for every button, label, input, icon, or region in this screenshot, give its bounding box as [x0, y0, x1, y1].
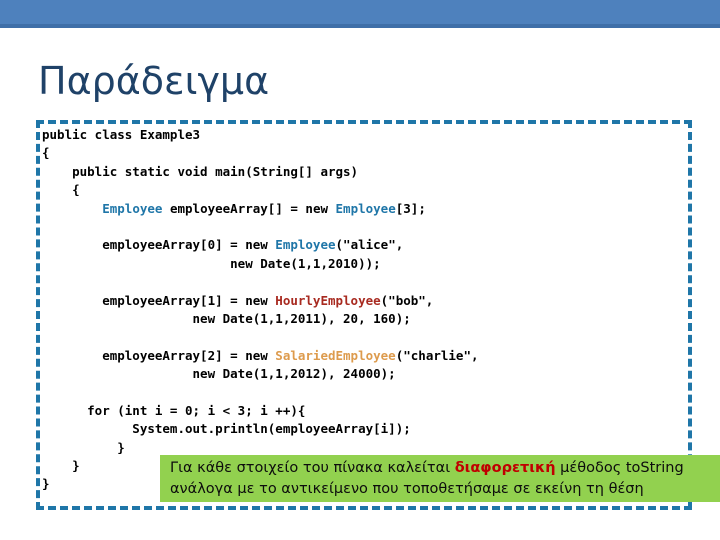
- code-token: {: [42, 145, 50, 161]
- code-line: new Date(1,1,2011), 20, 160);: [42, 310, 702, 328]
- code-token: employeeArray[0] = new: [42, 237, 276, 253]
- code-token-type: HourlyEmployee: [275, 292, 381, 308]
- code-token: ("charlie",: [395, 347, 479, 363]
- code-line: for (int i = 0; i < 3; i ++){: [42, 402, 702, 420]
- callout-line-2: ανάλογα με το αντικείμενο που τοποθετήσα…: [170, 481, 644, 497]
- code-token: for (int i = 0; i < 3; i ++){: [42, 402, 306, 418]
- code-token-type: Employee: [335, 200, 396, 216]
- code-line: new Date(1,1,2012), 24000);: [42, 365, 702, 383]
- code-token: ("alice",: [335, 237, 404, 253]
- code-token: }: [42, 476, 50, 492]
- code-token-type: SalariedEmployee: [275, 347, 396, 363]
- code-token: [3];: [395, 200, 426, 216]
- code-line: Employee employeeArray[] = new Employee[…: [42, 200, 702, 218]
- callout-note: Για κάθε στοιχείο του πίνακα καλείται δι…: [160, 455, 720, 502]
- code-token: public class Example3: [42, 127, 201, 142]
- code-token-type: Employee: [275, 237, 336, 253]
- code-token: new Date(1,1,2010));: [42, 255, 381, 271]
- top-accent-bar-shadow: [0, 24, 720, 28]
- code-token: employeeArray[1] = new: [42, 292, 276, 308]
- code-token-type: Employee: [102, 200, 163, 216]
- code-token: {: [42, 182, 80, 198]
- callout-line-1-emphasis: διαφορετική: [454, 460, 556, 476]
- code-token: employeeArray[] = new: [162, 200, 336, 216]
- code-token: System.out.println(employeeArray[i]);: [42, 421, 411, 437]
- code-listing: public class Example3 { public static voi…: [42, 126, 702, 494]
- code-token: new Date(1,1,2011), 20, 160);: [42, 310, 411, 326]
- code-token: public static void main(String[] args): [42, 163, 359, 179]
- code-token: }: [42, 458, 80, 474]
- code-line: employeeArray[2] = new SalariedEmployee(…: [42, 347, 702, 365]
- code-token: ("bob",: [380, 292, 434, 308]
- code-token: }: [42, 439, 125, 455]
- code-line: public class Example3: [42, 126, 702, 144]
- code-token: new Date(1,1,2012), 24000);: [42, 366, 396, 382]
- callout-line-1-before: Για κάθε στοιχείο του πίνακα καλείται: [170, 460, 455, 476]
- top-accent-bar: [0, 0, 720, 24]
- code-line: employeeArray[0] = new Employee("alice",: [42, 236, 702, 254]
- code-token: employeeArray[2] = new: [42, 347, 276, 363]
- code-line: new Date(1,1,2010));: [42, 255, 702, 273]
- code-line: employeeArray[1] = new HourlyEmployee("b…: [42, 292, 702, 310]
- code-line: {: [42, 144, 702, 162]
- code-line: public static void main(String[] args): [42, 163, 702, 181]
- callout-line-1: Για κάθε στοιχείο του πίνακα καλείται δι…: [170, 458, 720, 479]
- callout-line-1-after: μέθοδος toString: [555, 460, 684, 476]
- page-title: Παράδειγμα: [38, 59, 270, 103]
- code-line: System.out.println(employeeArray[i]);: [42, 420, 702, 438]
- code-line: {: [42, 181, 702, 199]
